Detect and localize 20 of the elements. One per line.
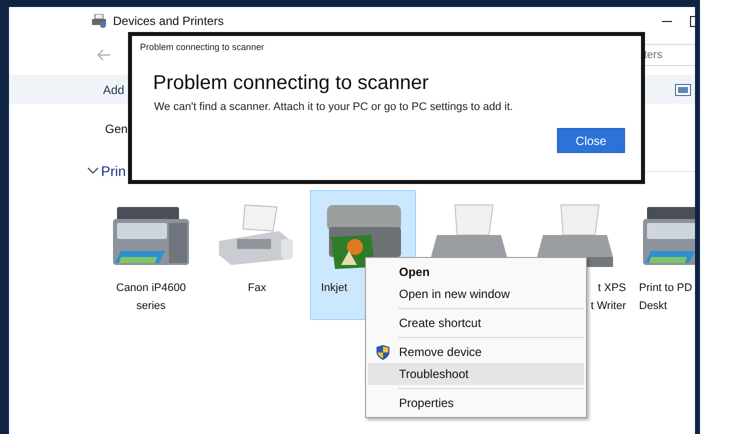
shield-icon bbox=[376, 345, 390, 360]
dialog-title: Problem connecting to scanner bbox=[140, 42, 266, 52]
close-button[interactable]: Close bbox=[557, 128, 625, 153]
dialog-heading: Problem connecting to scanner bbox=[153, 72, 430, 95]
menu-item[interactable]: Troubleshoot bbox=[368, 363, 584, 385]
menu-item[interactable]: Properties bbox=[368, 392, 584, 414]
section-header[interactable]: Prin bbox=[101, 163, 126, 179]
menu-item[interactable]: Remove device bbox=[368, 341, 584, 363]
device-label: t XPS t Writer bbox=[590, 281, 627, 314]
device-label: Fax bbox=[246, 281, 268, 296]
window-title: Devices and Printers bbox=[113, 14, 224, 28]
chevron-icon[interactable] bbox=[87, 167, 99, 175]
add-device-button[interactable]: Add bbox=[103, 82, 124, 96]
device-label: Print to PD Deskt bbox=[638, 281, 694, 314]
minimize-icon[interactable] bbox=[662, 20, 672, 22]
dialog-message: We can't find a scanner. Attach it to your PC or go to PC settings to add it. bbox=[154, 101, 514, 113]
printer-icon bbox=[91, 14, 107, 28]
device-label: Canon iP4600 series bbox=[115, 281, 187, 314]
view-icon[interactable] bbox=[675, 84, 691, 96]
details-text: Gen bbox=[105, 122, 128, 136]
